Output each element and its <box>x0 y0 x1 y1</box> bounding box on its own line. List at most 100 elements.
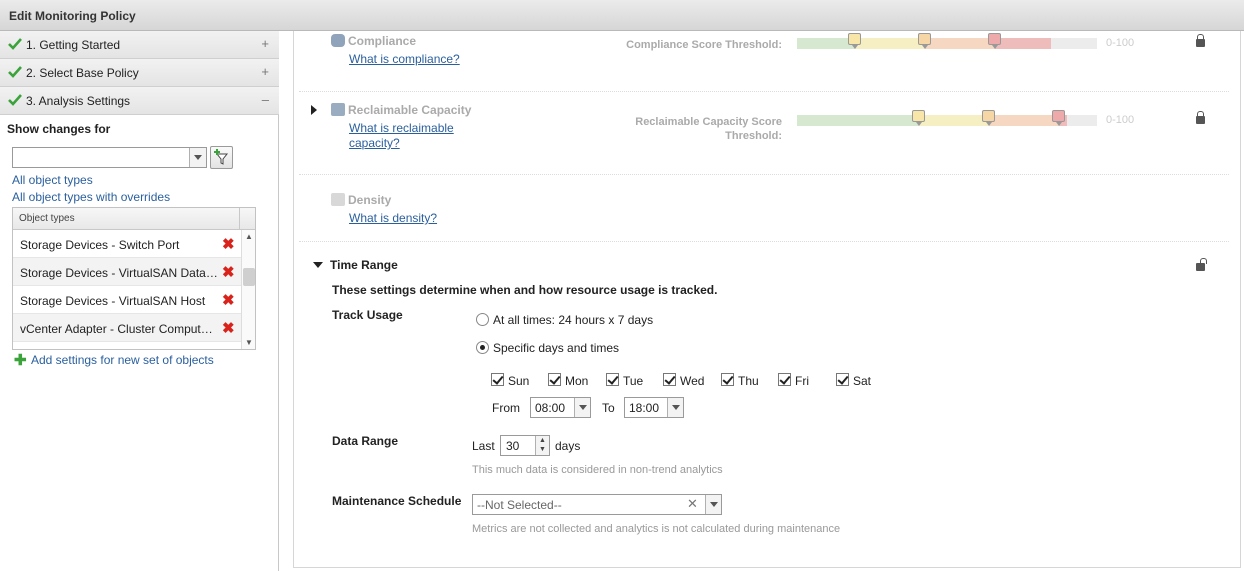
data-range-label: Data Range <box>332 434 399 448</box>
plus-icon: ✚ <box>14 352 27 369</box>
table-row[interactable]: Storage Devices - VirtualSAN Host ✖ <box>13 286 241 314</box>
delete-icon[interactable]: ✖ <box>222 263 235 281</box>
table-row[interactable]: vCenter Adapter - Cluster Compute Resour… <box>13 314 241 342</box>
from-time-value: 08:00 <box>535 401 566 415</box>
checkbox-thu[interactable] <box>721 373 734 386</box>
delete-icon[interactable]: ✖ <box>222 291 235 309</box>
day-label-sat: Sat <box>853 374 872 388</box>
radio-all-times[interactable] <box>476 313 489 326</box>
data-range-stepper[interactable]: 30 ▲ ▼ <box>500 435 550 456</box>
what-is-compliance-link[interactable]: What is compliance? <box>349 52 460 66</box>
slider-handle[interactable] <box>912 110 925 126</box>
delete-icon[interactable]: ✖ <box>222 319 235 337</box>
what-is-reclaimable-link-line2[interactable]: capacity? <box>349 136 400 150</box>
radio-specific-days[interactable] <box>476 341 489 354</box>
scroll-up-icon[interactable]: ▲ <box>245 232 253 241</box>
step-label: 2. Select Base Policy <box>26 66 139 80</box>
checkbox-mon[interactable] <box>548 373 561 386</box>
expand-arrow-icon[interactable] <box>311 105 317 115</box>
slider-handle[interactable] <box>848 33 861 49</box>
maintenance-schedule-select[interactable]: --Not Selected-- ✕ <box>472 494 722 515</box>
unlock-icon[interactable] <box>1196 258 1207 271</box>
days-label: days <box>555 439 581 453</box>
chevron-down-icon[interactable] <box>189 148 206 167</box>
scroll-thumb[interactable] <box>243 268 255 286</box>
track-usage-label: Track Usage <box>332 308 403 322</box>
all-object-types-link[interactable]: All object types <box>12 173 93 187</box>
checkbox-sun[interactable] <box>491 373 504 386</box>
row-label: vCenter Adapter - Cluster Compute Resour… <box>20 322 218 336</box>
last-label: Last <box>472 439 495 453</box>
object-types-table: Object types Storage Devices - Switch Po… <box>12 207 256 350</box>
clear-icon[interactable]: ✕ <box>687 496 698 512</box>
slider-handle[interactable] <box>918 33 931 49</box>
divider <box>299 91 1229 92</box>
scroll-down-icon[interactable]: ▼ <box>245 338 253 347</box>
slider-handle[interactable] <box>988 33 1001 49</box>
data-range-note: This much data is considered in non-tren… <box>472 464 723 476</box>
threshold-label-line1: Reclaimable Capacity Score <box>635 116 782 128</box>
lock-icon[interactable] <box>1196 34 1205 47</box>
day-label-fri: Fri <box>795 374 809 388</box>
divider <box>299 174 1229 175</box>
object-type-combo[interactable] <box>12 147 207 168</box>
compliance-icon <box>331 34 345 47</box>
add-filter-button[interactable] <box>210 146 233 169</box>
compliance-threshold-label: Compliance Score Threshold: <box>626 39 782 51</box>
what-is-density-link[interactable]: What is density? <box>349 211 437 225</box>
collapse-arrow-icon[interactable] <box>313 262 323 268</box>
from-time-select[interactable]: 08:00 <box>530 397 591 418</box>
checkbox-tue[interactable] <box>606 373 619 386</box>
table-row[interactable]: Storage Devices - Switch Port ✖ <box>13 230 241 258</box>
threshold-label-line2: Threshold: <box>725 130 782 142</box>
checkbox-fri[interactable] <box>778 373 791 386</box>
lock-icon[interactable] <box>1196 111 1205 124</box>
option-specific-days-label[interactable]: Specific days and times <box>493 341 619 355</box>
from-label: From <box>492 401 520 415</box>
stepper-buttons[interactable]: ▲ ▼ <box>535 436 549 455</box>
day-label-mon: Mon <box>565 374 589 388</box>
decrement-icon[interactable]: ▼ <box>539 446 546 453</box>
chevron-down-icon[interactable] <box>705 495 721 514</box>
chevron-down-icon[interactable] <box>667 398 683 417</box>
reclaimable-threshold-slider[interactable] <box>797 110 1097 126</box>
step-select-base-policy[interactable]: 2. Select Base Policy + <box>0 59 279 87</box>
data-range-value: 30 <box>506 439 520 453</box>
chevron-down-icon[interactable] <box>574 398 590 417</box>
maintenance-schedule-value: --Not Selected-- <box>477 498 562 512</box>
all-object-types-overrides-link[interactable]: All object types with overrides <box>12 190 170 204</box>
table-row[interactable]: Storage Devices - VirtualSAN Datastore ✖ <box>13 258 241 286</box>
density-icon <box>331 193 345 206</box>
wizard-sidebar: 1. Getting Started + 2. Select Base Poli… <box>0 31 279 571</box>
what-is-reclaimable-link-line1[interactable]: What is reclaimable <box>349 121 454 135</box>
compliance-title: Compliance <box>348 34 417 48</box>
collapse-icon[interactable]: – <box>262 92 269 107</box>
reclaimable-threshold-label: Reclaimable Capacity Score Threshold: <box>584 115 782 143</box>
row-label: Storage Devices - VirtualSAN Host <box>20 294 206 308</box>
increment-icon[interactable]: ▲ <box>539 437 546 444</box>
divider <box>299 241 1229 242</box>
day-label-sun: Sun <box>508 374 530 388</box>
density-title: Density <box>348 193 392 207</box>
compliance-threshold-slider[interactable] <box>797 33 1097 49</box>
to-label: To <box>602 401 615 415</box>
column-header-object-types: Object types <box>19 213 75 224</box>
slider-handle[interactable] <box>982 110 995 126</box>
window-titlebar: Edit Monitoring Policy <box>0 0 1244 31</box>
to-time-select[interactable]: 18:00 <box>624 397 684 418</box>
add-settings-link[interactable]: Add settings for new set of objects <box>31 353 214 367</box>
option-all-times-label[interactable]: At all times: 24 hours x 7 days <box>493 313 653 327</box>
day-label-wed: Wed <box>680 374 705 388</box>
table-header[interactable]: Object types <box>13 208 255 230</box>
checkmark-icon <box>8 66 22 78</box>
checkbox-sat[interactable] <box>836 373 849 386</box>
step-analysis-settings[interactable]: 3. Analysis Settings – <box>0 87 279 115</box>
slider-handle[interactable] <box>1052 110 1065 126</box>
expand-icon[interactable]: + <box>261 36 269 51</box>
step-getting-started[interactable]: 1. Getting Started + <box>0 31 279 59</box>
checkbox-wed[interactable] <box>663 373 676 386</box>
to-time-value: 18:00 <box>629 401 660 415</box>
table-scrollbar[interactable]: ▲ ▼ <box>241 230 255 349</box>
delete-icon[interactable]: ✖ <box>222 235 235 253</box>
expand-icon[interactable]: + <box>261 64 269 79</box>
